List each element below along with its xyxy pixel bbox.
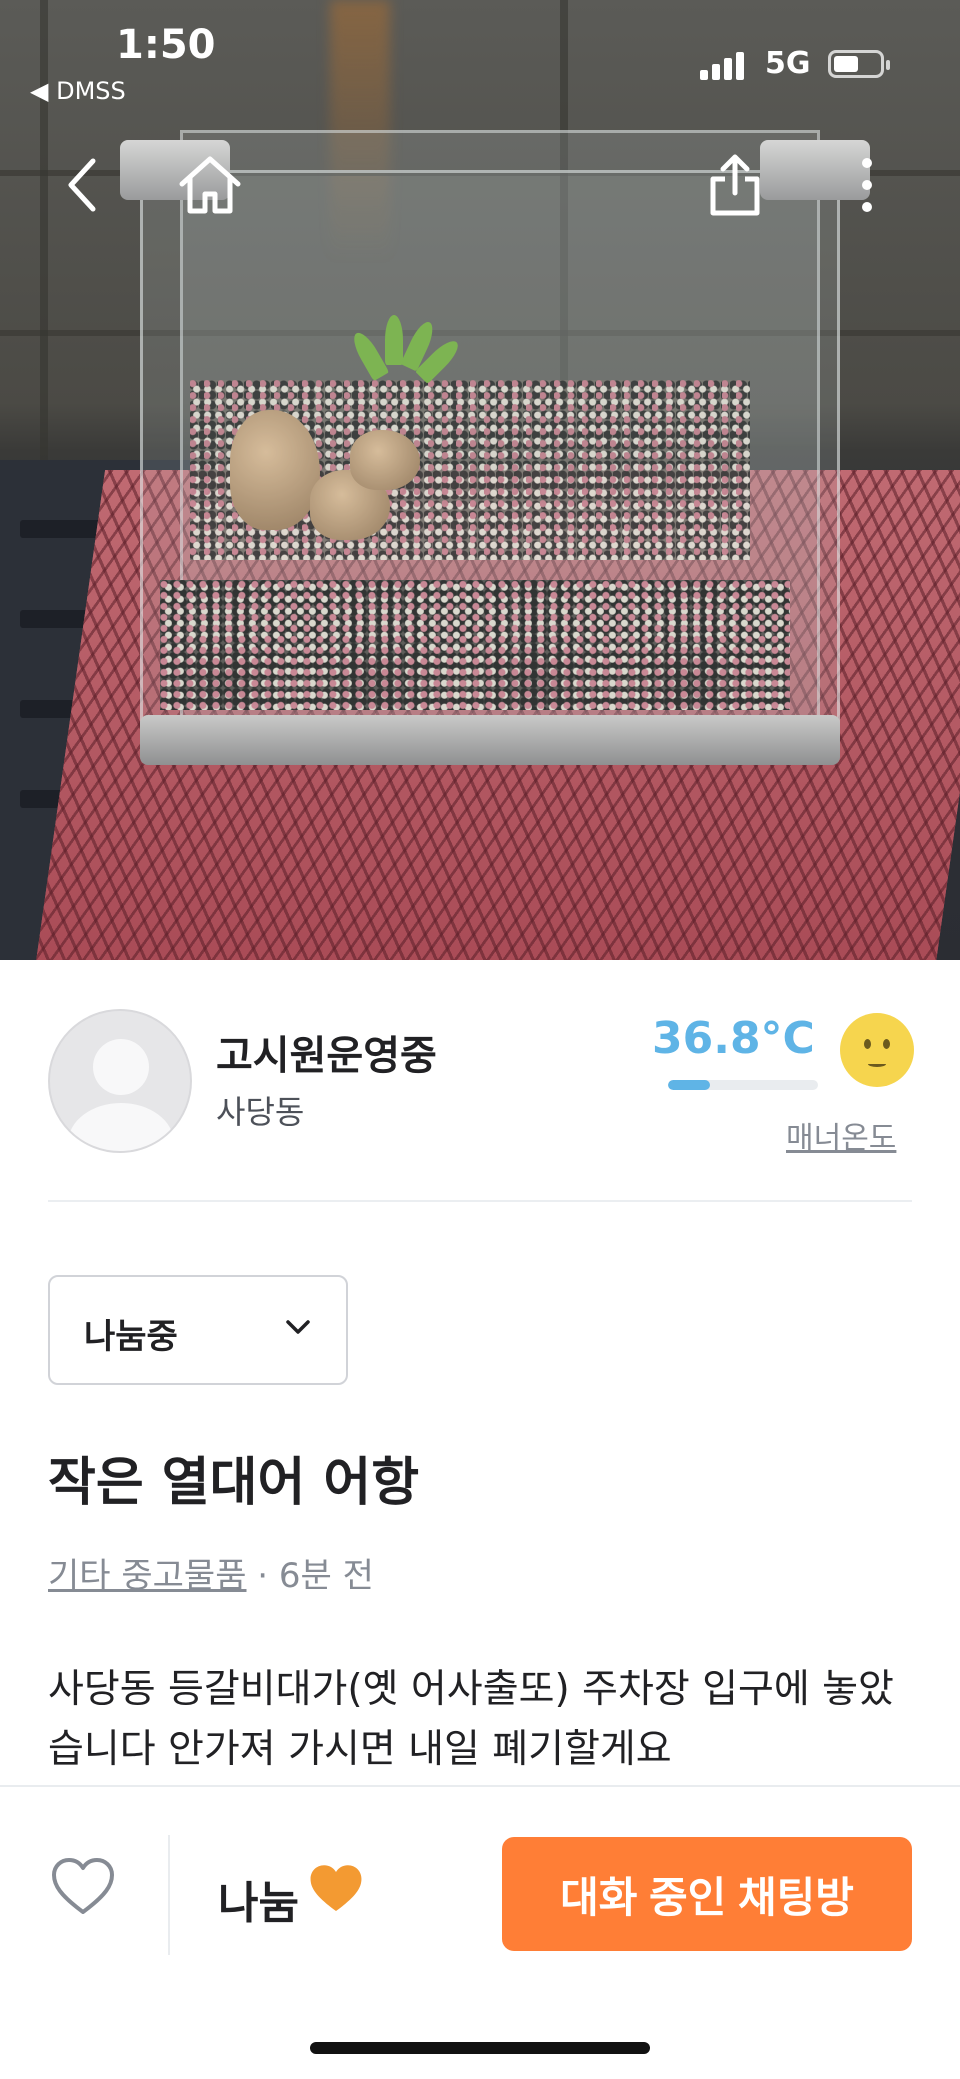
category-link[interactable]: 기타 중고물품 [48, 1556, 247, 1596]
status-bar: 1:50 ◀ DMSS 5G [0, 0, 960, 110]
more-button[interactable] [832, 150, 902, 220]
temperature-bar [668, 1080, 818, 1090]
battery-icon [828, 50, 890, 78]
heart-outline-icon [52, 1858, 114, 1914]
seller-region: 사당동 [216, 1093, 305, 1131]
manner-temperature: 36.8°C [652, 1013, 815, 1064]
divider [48, 1200, 912, 1202]
back-button[interactable] [48, 150, 118, 220]
back-to-app-link[interactable]: ◀ DMSS [30, 77, 126, 105]
sale-status-label: 나눔중 [84, 1317, 178, 1357]
chevron-down-icon [286, 1320, 310, 1334]
home-button[interactable] [175, 150, 245, 220]
home-icon [179, 156, 241, 214]
seller-nickname[interactable]: 고시원운영중 [216, 1023, 437, 1081]
chat-room-button[interactable]: 대화 중인 채팅방 [502, 1837, 912, 1951]
price-label: 나눔 [218, 1878, 299, 1929]
home-indicator[interactable] [310, 2042, 650, 2054]
tank-base [140, 715, 840, 765]
listing-title: 작은 열대어 어항 [48, 1453, 420, 1513]
like-button[interactable] [50, 1857, 116, 1921]
sale-status-dropdown[interactable]: 나눔중 [48, 1275, 348, 1385]
avatar[interactable] [48, 1009, 192, 1153]
listing-description: 사당동 등갈비대가(옛 어사출또) 주차장 입구에 놓았습니다 안가져 가시면 … [48, 1667, 894, 1772]
smiley-face-icon [840, 1013, 914, 1087]
seller-profile[interactable]: 고시원운영중 사당동 36.8°C 매너온도 [48, 1005, 914, 1157]
product-photo[interactable]: 1:50 ◀ DMSS 5G [0, 0, 960, 960]
time-ago: · 6분 전 [246, 1556, 374, 1596]
share-icon [710, 154, 760, 216]
chevron-left-icon [68, 158, 96, 212]
signal-icon [700, 50, 750, 80]
bottom-action-bar: 나눔 대화 중인 채팅방 [0, 1785, 960, 2079]
listing-meta: 기타 중고물품 · 6분 전 [48, 1548, 374, 1597]
manner-temperature-link[interactable]: 매너온도 [786, 1113, 896, 1157]
orange-heart-icon [310, 1865, 362, 1912]
more-vertical-icon [862, 158, 872, 212]
share-button[interactable] [700, 150, 770, 220]
divider [168, 1835, 170, 1955]
network-type: 5G [765, 46, 811, 81]
aquarium-tank [120, 130, 880, 770]
status-time: 1:50 [116, 22, 216, 68]
temperature-bar-fill [668, 1080, 710, 1090]
